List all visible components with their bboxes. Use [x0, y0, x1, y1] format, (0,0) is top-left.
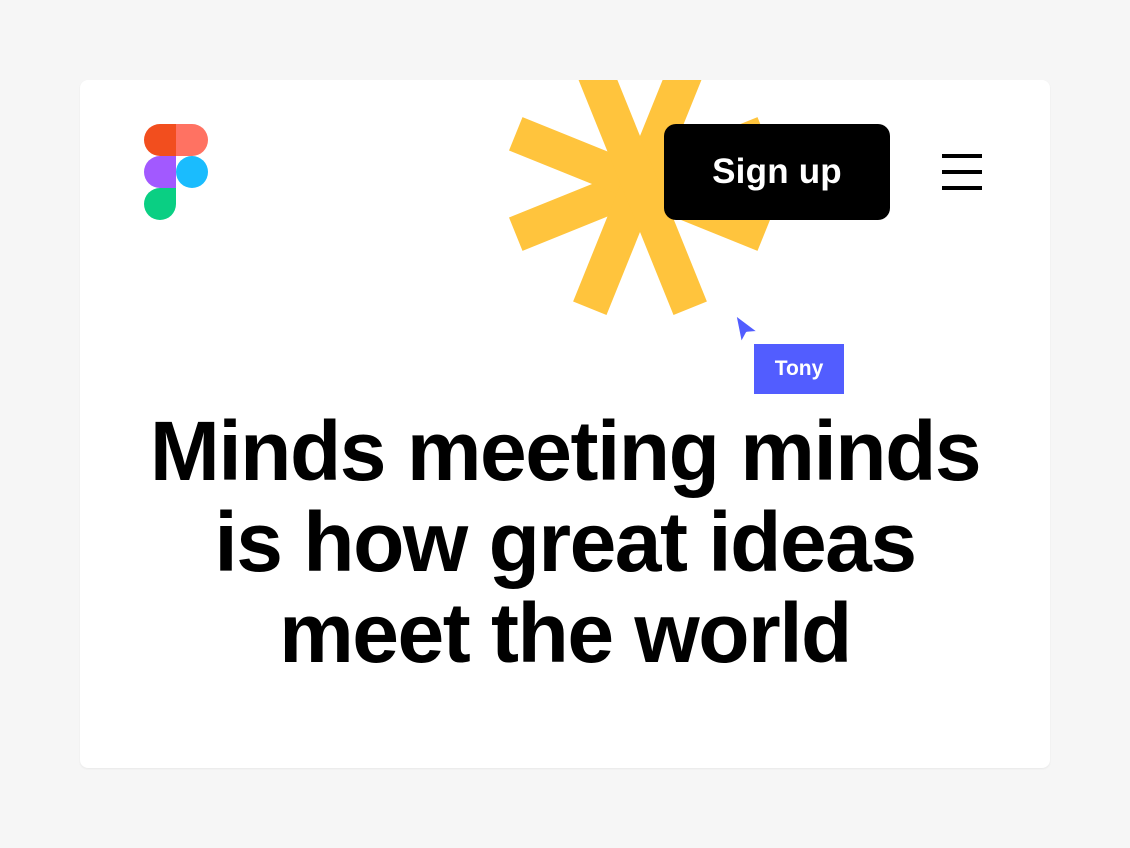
hero-headline: Minds meeting minds is how great ideas m… [80, 406, 1050, 679]
collaborator-name-tag: Tony [754, 344, 844, 394]
hamburger-menu-icon[interactable] [936, 148, 988, 196]
headline-line-2: is how great ideas [214, 495, 917, 589]
collaborator-cursor-icon [733, 312, 761, 346]
hero-card: Sign up Tony Minds meeting minds is how … [80, 80, 1050, 768]
headline-line-1: Minds meeting minds [149, 404, 982, 498]
headline-line-3: meet the world [279, 586, 852, 680]
sign-up-button[interactable]: Sign up [664, 124, 890, 220]
figma-logo-icon[interactable] [144, 124, 208, 220]
